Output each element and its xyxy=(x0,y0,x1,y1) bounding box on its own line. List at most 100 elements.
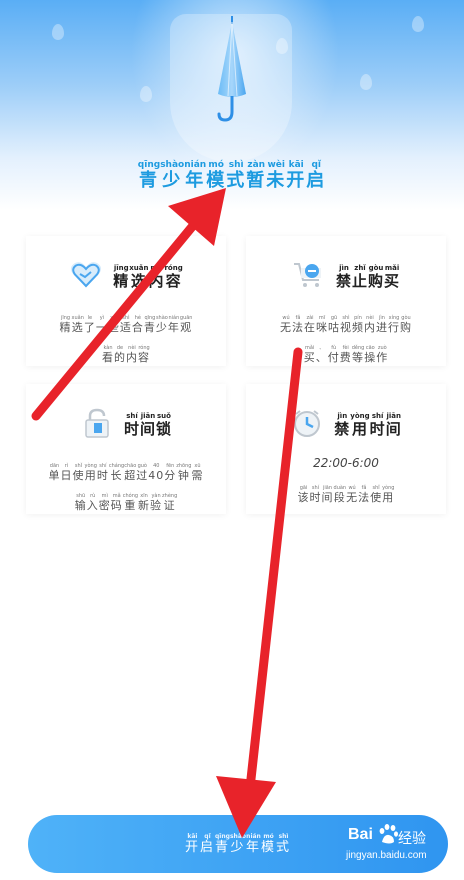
hanzi: 少 xyxy=(230,840,246,855)
ruby-char: fǎ 法 xyxy=(358,485,370,504)
ruby-char: jīng 精 xyxy=(60,315,72,334)
pinyin: shì xyxy=(278,833,289,840)
ruby-char: kàn 看 xyxy=(102,345,114,364)
hanzi: 年 xyxy=(185,170,206,191)
hanzi: 该 xyxy=(297,491,310,504)
ruby-char: zhèng 证 xyxy=(162,493,177,512)
hanzi: 启 xyxy=(306,170,327,191)
hanzi: 输 xyxy=(74,499,87,512)
card-title: jìn 禁 zhǐ 止 gòu 购 mǎi 买 xyxy=(336,264,400,290)
hanzi: 启 xyxy=(199,840,215,855)
ruby-char: shí 时 xyxy=(370,412,386,438)
pinyin: gòu xyxy=(368,264,384,272)
ruby-char: nián 年 xyxy=(246,833,261,855)
hanzi: 长 xyxy=(110,469,123,482)
hanzi: 钟 xyxy=(177,469,190,482)
pinyin: jiān xyxy=(386,412,401,420)
pinyin: suǒ xyxy=(157,412,171,420)
hanzi: 使 xyxy=(370,491,383,504)
page-title-text: qīng 青 shào 少 nián 年 mó 模 shì 式 zàn 暂 wèi 未 kāi 开 qǐ 启 xyxy=(138,160,326,192)
heart-icon xyxy=(71,262,102,288)
hanzi: 过 xyxy=(136,469,149,482)
pinyin: zhǐ xyxy=(354,264,366,272)
ruby-char: xū 需 xyxy=(191,463,203,482)
card-description-line: shū 输 rù 入 mì 密 mǎ 码 chóng 重 xīn 新 yàn 验 zhèng 证 xyxy=(75,493,178,512)
card-description: wú 无 fǎ 法 zài 在 mī 咪 gū 咕 shì 视 pín 频 nèi 内 jìn 进 xíng 行 gòu… xyxy=(246,304,446,364)
ruby-char: de 的 xyxy=(114,345,126,364)
hanzi: 内 xyxy=(126,351,138,364)
watermark-brand: Bai xyxy=(348,826,373,843)
ruby-char: shū 输 xyxy=(75,493,87,512)
hanzi: 进 xyxy=(376,321,388,334)
ruby-char: 、、 xyxy=(316,345,328,364)
hanzi: 作 xyxy=(376,351,389,364)
ruby-char: shào 少 xyxy=(160,160,184,192)
hanzi: 青 xyxy=(138,170,159,191)
pinyin: shì xyxy=(228,160,244,170)
pinyin: mǎi xyxy=(384,264,400,272)
pinyin: xuǎn xyxy=(129,264,149,272)
pinyin: wèi xyxy=(267,160,285,170)
pinyin: jīng xyxy=(113,264,129,272)
ruby-char: chóng 重 xyxy=(123,493,138,512)
hanzi: 少 xyxy=(155,321,168,334)
hanzi: 间 xyxy=(385,420,402,438)
ruby-char: shì 视 xyxy=(340,315,352,334)
hanzi: 未 xyxy=(266,170,287,191)
hanzi: 精 xyxy=(113,272,130,290)
pinyin: nián xyxy=(184,160,207,170)
ruby-char: yì 一 xyxy=(96,315,108,334)
hero-banner: qīng 青 shào 少 nián 年 mó 模 shì 式 zàn 暂 wèi 未 kāi 开 qǐ 启 xyxy=(0,0,464,210)
pinyin: mó xyxy=(263,833,274,840)
ruby-char: shí 时 xyxy=(124,412,140,438)
ruby-char: nèi 内 xyxy=(126,345,138,364)
hanzi: 法 xyxy=(358,491,371,504)
ruby-char: jiān 间 xyxy=(386,412,402,438)
hanzi: 段 xyxy=(333,491,346,504)
ruby-char: jìn 进 xyxy=(376,315,388,334)
pinyin: shí xyxy=(371,412,384,420)
ruby-char: shǐ 使 xyxy=(73,463,85,482)
hanzi: 证 xyxy=(163,499,176,512)
ruby-char: qǐ 启 xyxy=(200,833,215,855)
hanzi: 观 xyxy=(180,321,193,334)
hanzi: 无 xyxy=(346,491,359,504)
hanzi: 付 xyxy=(327,351,340,364)
ruby-char: zuò 作 xyxy=(376,345,388,364)
ruby-char: jīng 精 xyxy=(113,264,129,290)
ruby-char: kāi 开 xyxy=(286,160,306,192)
ruby-char: fǎ 法 xyxy=(292,315,304,334)
hanzi: 暂 xyxy=(246,170,267,191)
pinyin: jiān xyxy=(140,412,156,420)
ruby-char: shí 时 xyxy=(310,485,322,504)
card-header: jīng 精 xuǎn 选 nèi 内 róng 容 xyxy=(26,260,226,290)
hanzi: 40 xyxy=(148,469,165,482)
ruby-char: cháng 长 xyxy=(109,463,124,482)
hanzi: 青 xyxy=(214,840,230,855)
hanzi: 费 xyxy=(339,351,352,364)
hanzi: 锁 xyxy=(156,420,173,438)
raindrop-icon xyxy=(360,74,372,90)
ruby-char: yàn 验 xyxy=(150,493,162,512)
ruby-char: pín 频 xyxy=(352,315,364,334)
hanzi: 一 xyxy=(95,321,108,334)
ruby-char: mó 模 xyxy=(206,160,226,192)
hanzi: 用 xyxy=(351,420,368,438)
pinyin: qǐ xyxy=(311,160,321,170)
pinyin: kāi xyxy=(288,160,304,170)
ruby-char: guò 过 xyxy=(136,463,148,482)
ruby-char: mǎ 码 xyxy=(111,493,123,512)
ruby-char: mǎi 买 xyxy=(304,345,316,364)
ruby-char: nèi 内 xyxy=(364,315,376,334)
hanzi: 购 xyxy=(368,272,385,290)
page-title: qīng 青 shào 少 nián 年 mó 模 shì 式 zàn 暂 wèi 未 kāi 开 qǐ 启 xyxy=(0,152,464,192)
umbrella-icon xyxy=(217,16,246,122)
hanzi: 咕 xyxy=(328,321,340,334)
hanzi: 内 xyxy=(148,272,165,290)
pinyin: nián xyxy=(246,833,261,840)
watermark-url: jingyan.baidu.com xyxy=(346,850,427,861)
ruby-char: yòng 用 xyxy=(350,412,369,438)
hanzi: 时 xyxy=(123,420,140,438)
hanzi: 合 xyxy=(131,321,144,334)
hanzi: 选 xyxy=(130,272,147,290)
